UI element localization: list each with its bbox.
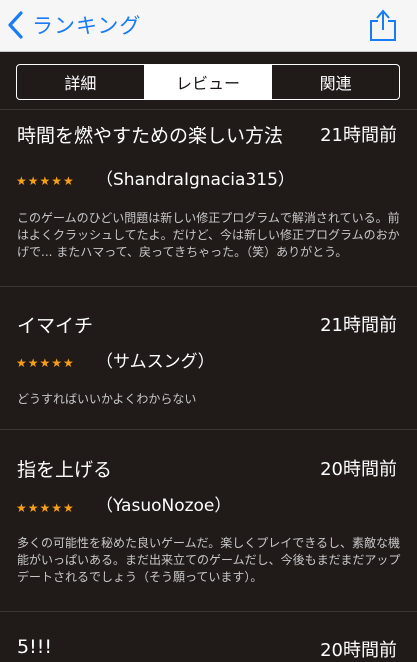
star-rating: ★★★★★ [16,356,75,370]
segmented-control: 詳細 レビュー 関連 [16,64,400,100]
divider [0,429,417,430]
tab-reviews[interactable]: レビュー [144,65,273,99]
back-label: ランキング [32,14,142,38]
review-title: 時間を燃やすための楽しい方法 [17,125,284,147]
review-author: （YasuoNozoe） [96,496,232,516]
star-rating: ★★★★★ [16,174,75,188]
review-author: （ShandraIgnacia315） [96,170,295,190]
review-date: 20時間前 [320,459,397,480]
review-title: イマイチ [17,315,94,337]
navigation-bar: ランキング [0,0,417,52]
tab-details[interactable]: 詳細 [17,65,145,99]
review-date: 20時間前 [320,640,397,661]
review-date: 21時間前 [320,315,397,336]
divider [0,611,417,612]
review-body: どうすればいいかよくわからない [17,392,197,406]
star-rating: ★★★★★ [16,501,75,515]
chevron-left-icon [8,11,23,39]
divider [0,286,417,287]
review-body: 多くの可能性を秘めた良いゲームだ。楽しくプレイできるし、素敵な機能がいっぱいある… [17,536,401,584]
segment-bar: 詳細 レビュー 関連 [0,52,417,110]
review-title: 5!!! [17,636,52,658]
review-title: 指を上げる [17,459,113,481]
review-date: 21時間前 [320,125,397,146]
back-button[interactable]: ランキング [6,8,141,42]
review-author: （サムスング） [96,352,215,372]
tab-related[interactable]: 関連 [272,65,399,99]
review-body: このゲームのひどい問題は新しい修正プログラムで解消されている。前はよくクラッシュ… [17,211,400,259]
share-icon[interactable] [369,6,397,42]
